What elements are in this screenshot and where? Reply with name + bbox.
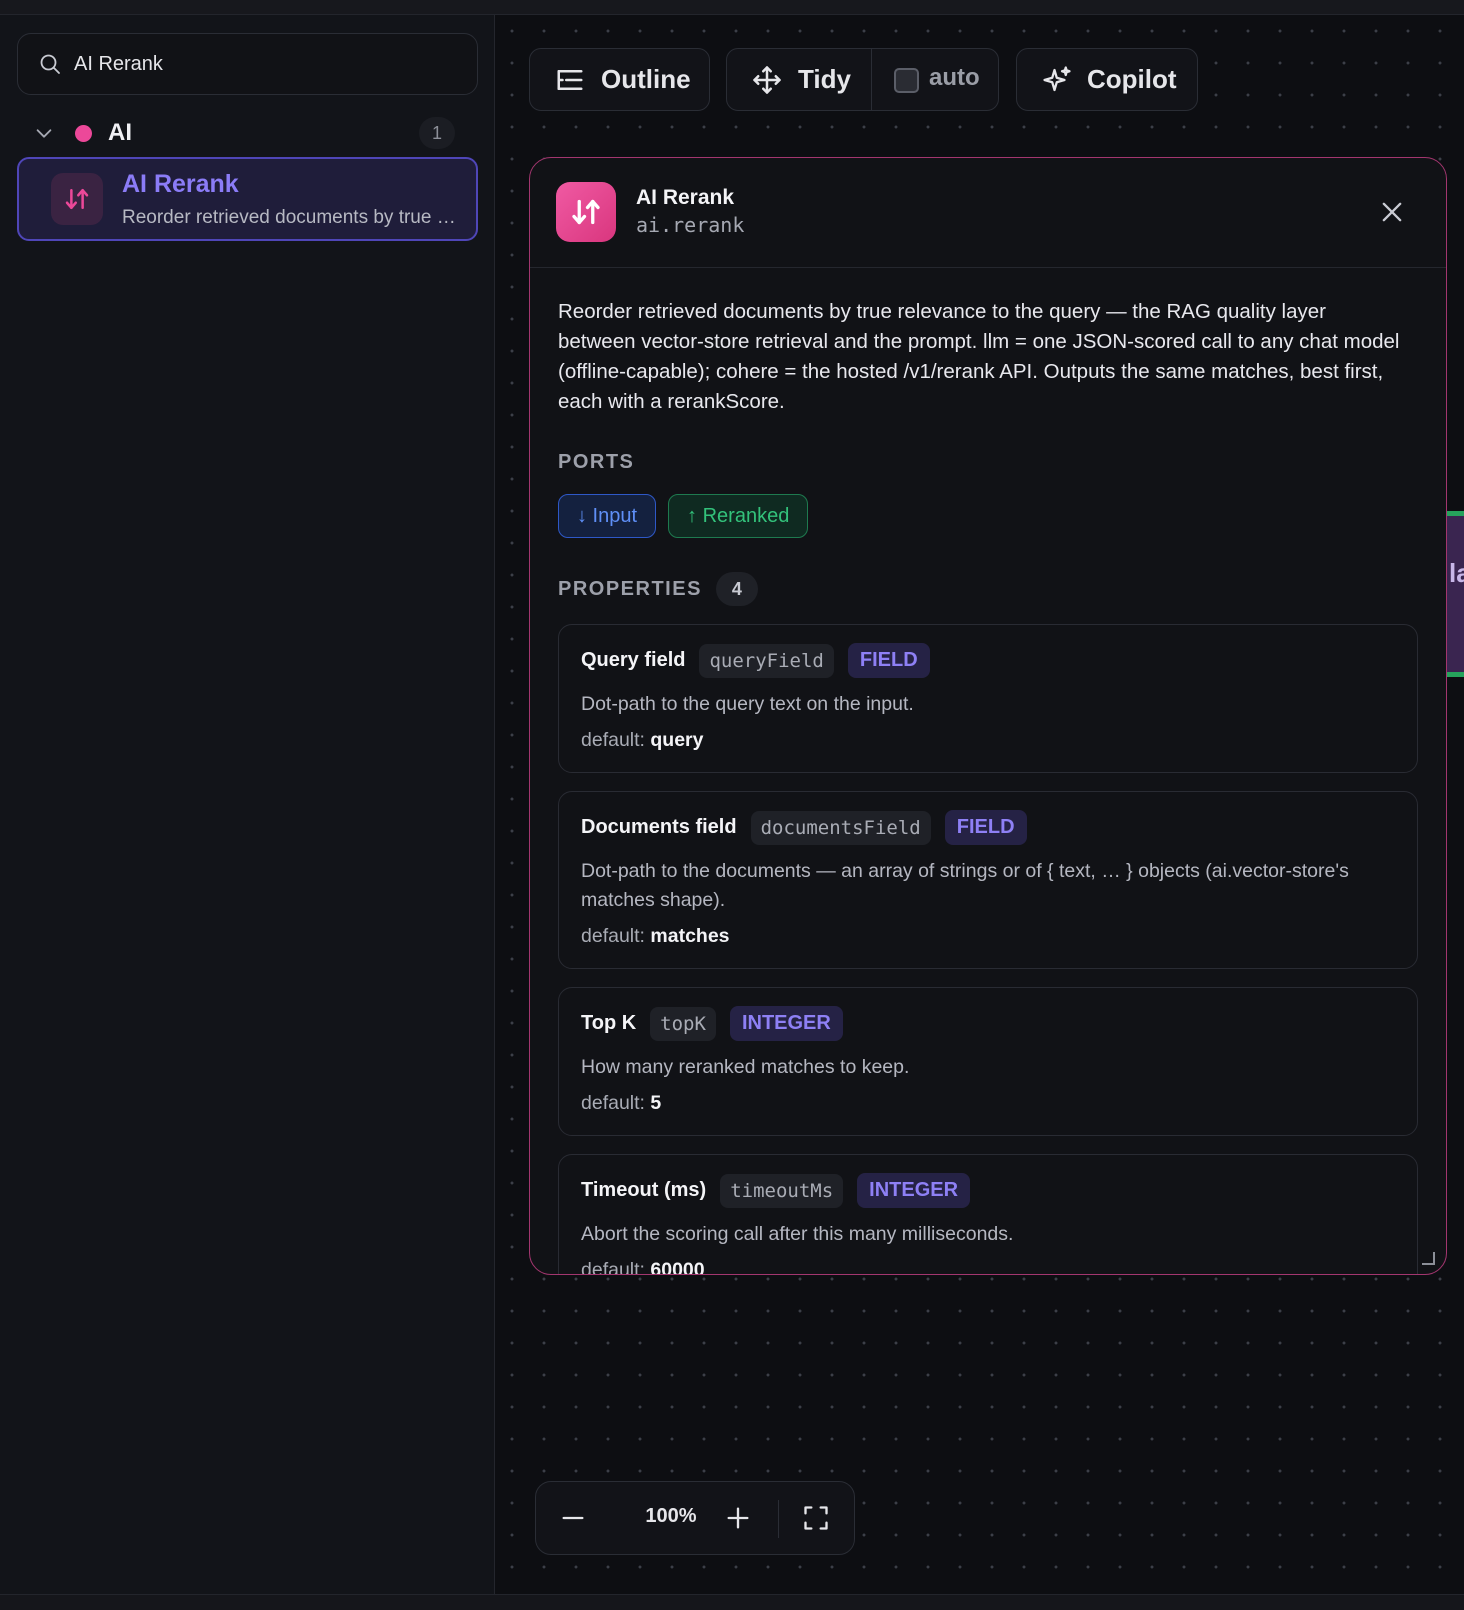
auto-label: auto (929, 64, 980, 91)
minus-icon (562, 1516, 584, 1520)
property-description: Dot-path to the query text on the input. (581, 693, 914, 715)
ports-heading: PORTS (558, 451, 635, 473)
sparkles-icon (1043, 65, 1071, 91)
copilot-button[interactable]: Copilot (1016, 48, 1198, 111)
outline-icon (557, 69, 583, 90)
inspector-title: AI Rerank (636, 186, 735, 209)
search-icon (40, 54, 60, 74)
category-count-badge: 1 (419, 117, 455, 149)
zoom-controls: 100% (535, 1481, 855, 1555)
property-card: Documents field documentsField FIELD Dot… (558, 791, 1418, 969)
property-key: documentsField (750, 810, 931, 845)
property-default-value: 60000 (650, 1259, 705, 1275)
properties-count-badge: 4 (715, 572, 758, 606)
plus-icon (727, 1507, 749, 1529)
property-key: queryField (699, 643, 834, 678)
window-top-bar (0, 0, 1464, 15)
close-icon[interactable] (1378, 198, 1406, 226)
category-name: AI (108, 119, 132, 146)
property-type-badge: FIELD (944, 810, 1027, 845)
chevron-down-icon[interactable] (33, 122, 55, 144)
property-key: topK (650, 1006, 716, 1041)
inspector-node-id: ai.rerank (636, 213, 745, 237)
zoom-level: 100% (645, 1505, 697, 1527)
property-description: How many reranked matches to keep. (581, 1056, 910, 1078)
property-card: Timeout (ms) timeoutMs INTEGER Abort the… (558, 1154, 1418, 1275)
zoom-in-button[interactable] (721, 1501, 755, 1535)
property-default: default: 60000 (581, 1259, 1395, 1275)
rerank-icon (556, 182, 616, 242)
property-default: default: matches (581, 925, 730, 947)
outline-button[interactable]: Outline (529, 48, 710, 111)
property-default: default: query (581, 729, 704, 751)
fullscreen-icon (804, 1506, 828, 1530)
property-default-value: 5 (650, 1092, 662, 1114)
category-group-ai[interactable]: AI 1 (33, 113, 463, 153)
properties-heading: PROPERTIES 4 (558, 572, 1418, 606)
inspector-body: Reorder retrieved documents by true rele… (530, 269, 1446, 1275)
property-key: timeoutMs (720, 1173, 844, 1208)
move-icon[interactable] (752, 65, 782, 95)
zoom-divider (778, 1500, 779, 1538)
node-description: Reorder retrieved documents by true rele… (558, 300, 1400, 413)
property-card: Top K topK INTEGER How many reranked mat… (558, 987, 1418, 1136)
property-default-value: matches (650, 925, 730, 947)
property-description: Abort the scoring call after this many m… (581, 1223, 1014, 1245)
ports-list: ↓ Input ↑ Reranked (558, 494, 1418, 538)
property-name: Query field (581, 649, 686, 671)
property-name: Documents field (581, 816, 737, 838)
property-card: Query field queryField FIELD Dot-path to… (558, 624, 1418, 773)
property-type-badge: INTEGER (729, 1006, 843, 1041)
category-color-dot (75, 124, 92, 142)
property-type-badge: FIELD (847, 643, 930, 678)
port-reranked[interactable]: ↑ Reranked (668, 494, 809, 538)
outline-label: Outline (601, 64, 691, 94)
node-item-title: AI Rerank (122, 170, 239, 198)
window-bottom-bar (0, 1594, 1464, 1610)
node-item-ai-rerank[interactable]: AI Rerank Reorder retrieved documents by… (17, 157, 478, 241)
zoom-out-button[interactable] (556, 1501, 590, 1535)
resize-handle-icon[interactable] (1420, 1250, 1436, 1266)
fit-view-button[interactable] (799, 1501, 833, 1535)
property-description: Dot-path to the documents — an array of … (581, 860, 1349, 911)
property-default: default: 5 (581, 1092, 662, 1114)
inspector-header: AI Rerank ai.rerank (530, 158, 1446, 268)
offscreen-node-peek[interactable]: la (1447, 511, 1464, 677)
search-input[interactable] (74, 52, 454, 76)
node-item-description: Reorder retrieved documents by true rele… (122, 207, 457, 228)
tidy-group: Tidy auto (726, 48, 999, 111)
rerank-node-icon (51, 173, 103, 225)
property-type-badge: INTEGER (857, 1173, 971, 1208)
node-inspector-panel: AI Rerank ai.rerank Reorder retrieved do… (529, 157, 1447, 1275)
auto-tidy-checkbox[interactable] (894, 68, 919, 93)
port-input[interactable]: ↓ Input (558, 494, 657, 538)
property-name: Timeout (ms) (581, 1179, 707, 1201)
property-default-value: query (650, 729, 704, 751)
tidy-button[interactable]: Tidy (798, 64, 851, 95)
toolbar-divider (871, 49, 872, 110)
node-library-sidebar: AI 1 AI Rerank Reorder retrieved documen… (0, 15, 495, 1594)
copilot-label: Copilot (1087, 64, 1177, 94)
property-name: Top K (581, 1012, 637, 1034)
search-box[interactable] (17, 33, 478, 95)
